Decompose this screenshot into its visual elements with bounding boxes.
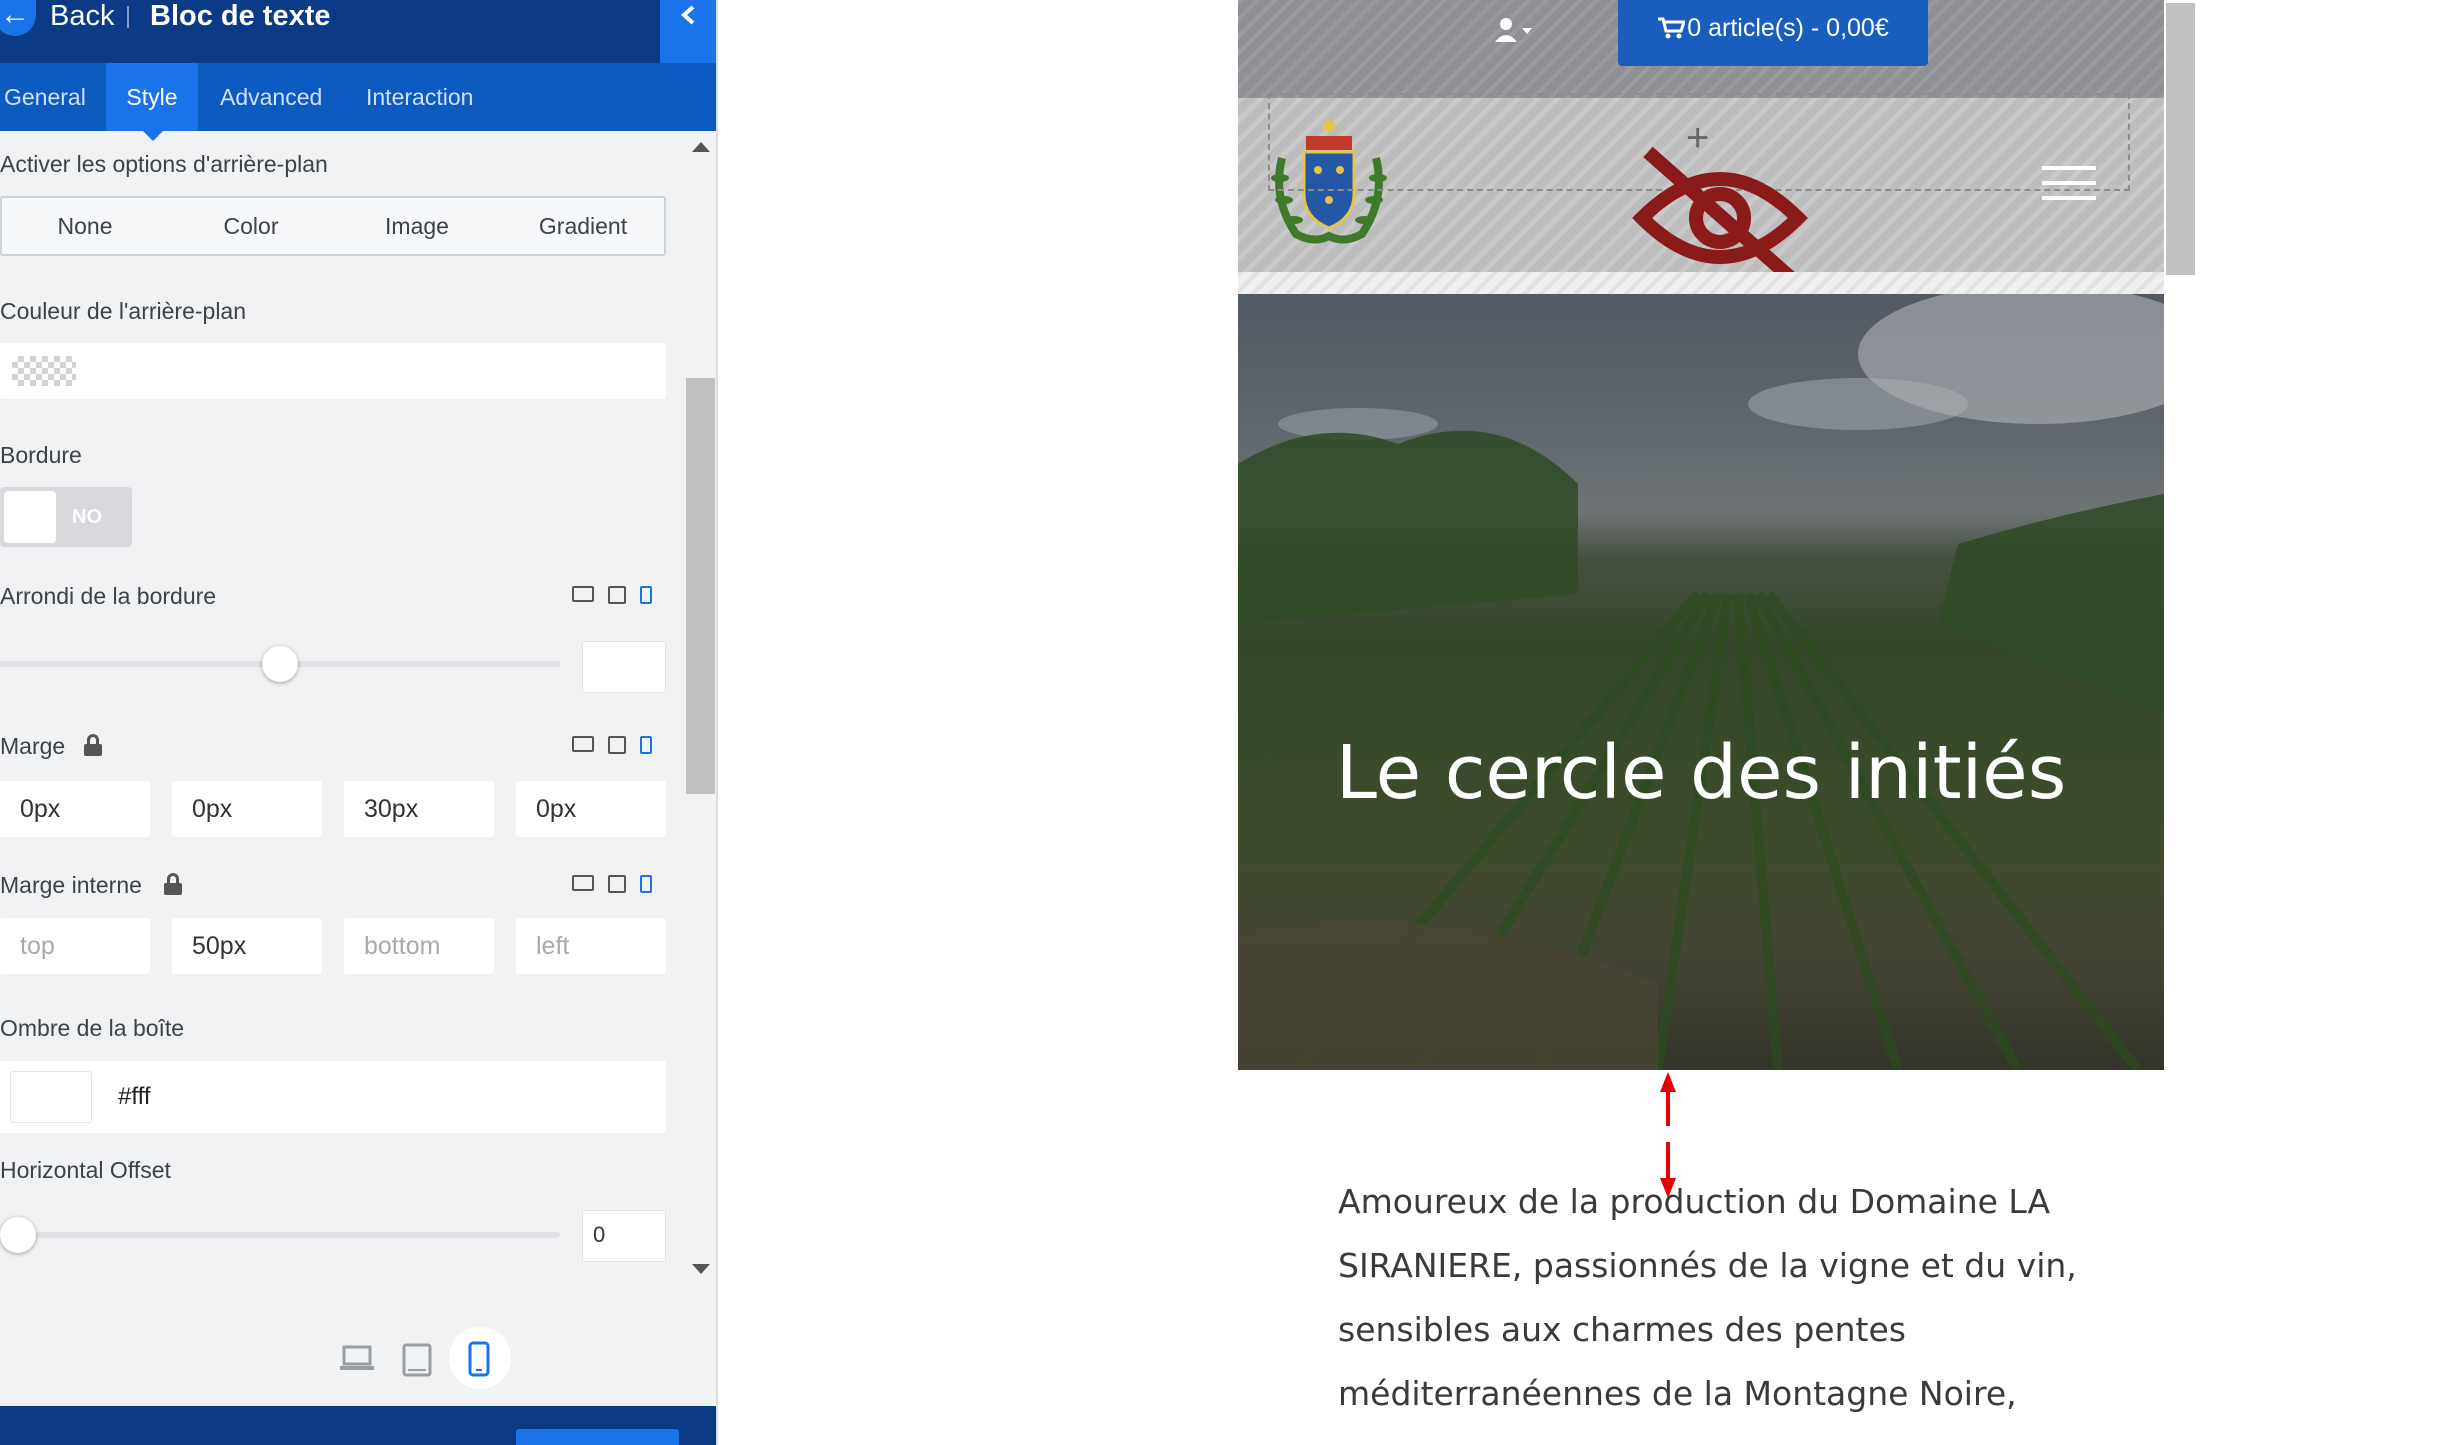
back-button[interactable]: Back: [50, 0, 114, 32]
settings-panel: ← Back Bloc de texte General Style Advan…: [0, 0, 718, 1445]
panel-topbar: ← Back Bloc de texte: [0, 0, 716, 63]
cart-summary: 0 article(s) - 0,00€: [1687, 14, 1889, 42]
back-arrow-icon[interactable]: ←: [0, 0, 36, 36]
mobile-preview: 0 article(s) - 0,00€ + Le cercle des ini…: [1238, 0, 2164, 1445]
hoffset-value-input[interactable]: 0: [582, 1210, 666, 1262]
shadow-color-swatch[interactable]: [10, 1071, 92, 1123]
hoffset-slider-knob[interactable]: [0, 1217, 36, 1253]
panel-title: Bloc de texte: [150, 0, 331, 32]
bg-color-label: Couleur de l'arrière-plan: [0, 298, 247, 324]
margin-right-input[interactable]: 0px: [172, 781, 322, 837]
chevron-left-icon: [680, 5, 695, 25]
topbar-divider: [127, 6, 129, 28]
user-icon[interactable]: [1494, 16, 1534, 46]
collapse-panel-button[interactable]: [660, 0, 716, 63]
radius-device-switch: [572, 586, 652, 608]
desktop-icon[interactable]: [572, 875, 594, 891]
bg-option-image[interactable]: Image: [334, 198, 500, 254]
bg-options-segmented: None Color Image Gradient: [0, 196, 666, 256]
unlock-icon[interactable]: [164, 873, 182, 895]
bg-option-none[interactable]: None: [2, 198, 168, 254]
border-label: Bordure: [0, 442, 82, 468]
unlock-icon[interactable]: [84, 734, 102, 756]
scroll-down-arrow-icon[interactable]: [692, 1264, 710, 1274]
desktop-icon[interactable]: [572, 586, 594, 602]
hero-banner-image: Le cercle des initiés: [1238, 294, 2164, 1070]
shadow-color-value[interactable]: #fff: [118, 1061, 150, 1133]
tablet-icon[interactable]: [608, 736, 626, 754]
margin-bottom-input[interactable]: 30px: [344, 781, 494, 837]
preview-device-switch: [0, 1311, 716, 1406]
desktop-icon[interactable]: [572, 736, 594, 752]
bg-options-label: Activer les options d'arrière-plan: [0, 151, 328, 177]
mobile-icon[interactable]: [640, 586, 652, 604]
tab-interaction[interactable]: Interaction: [362, 63, 477, 131]
text-block[interactable]: Amoureux de la production du Domaine LA …: [1338, 1170, 2078, 1426]
tablet-preview-icon[interactable]: [402, 1343, 432, 1377]
panel-tabs: General Style Advanced Interaction: [0, 63, 716, 131]
preview-topbar: 0 article(s) - 0,00€: [1238, 0, 2164, 98]
header-bottom-strip: [1238, 272, 2164, 294]
toggle-state: NO: [72, 506, 102, 528]
cart-button[interactable]: 0 article(s) - 0,00€: [1618, 0, 1928, 66]
tablet-icon[interactable]: [608, 586, 626, 604]
margin-label: Marge: [0, 733, 66, 759]
tablet-icon[interactable]: [608, 875, 626, 893]
margin-left-input[interactable]: 0px: [516, 781, 666, 837]
border-radius-label: Arrondi de la bordure: [0, 583, 217, 609]
radius-slider-knob[interactable]: [262, 646, 298, 682]
margin-device-switch: [572, 736, 652, 758]
vineyard-image: [1238, 294, 2164, 1070]
padding-top-input[interactable]: top: [0, 918, 150, 974]
bg-color-picker[interactable]: [0, 343, 666, 399]
cart-icon: [1658, 17, 1687, 39]
tab-general[interactable]: General: [0, 63, 90, 131]
mobile-preview-icon[interactable]: [468, 1341, 490, 1377]
padding-left-input[interactable]: left: [516, 918, 666, 974]
panel-scrollbar-thumb[interactable]: [686, 378, 715, 794]
scroll-up-arrow-icon[interactable]: [692, 142, 710, 152]
mobile-icon[interactable]: [640, 875, 652, 893]
transparent-swatch[interactable]: [12, 356, 76, 386]
radius-value-input[interactable]: [582, 641, 666, 693]
horizontal-offset-label: Horizontal Offset: [0, 1157, 171, 1183]
bg-option-gradient[interactable]: Gradient: [500, 198, 666, 254]
hoffset-slider-track[interactable]: [0, 1232, 560, 1238]
desktop-preview-icon[interactable]: [340, 1345, 374, 1371]
style-options: Activer les options d'arrière-plan None …: [0, 131, 716, 1311]
tab-advanced[interactable]: Advanced: [216, 63, 326, 131]
mobile-icon[interactable]: [640, 736, 652, 754]
save-button[interactable]: [516, 1429, 679, 1445]
margin-top-input[interactable]: 0px: [0, 781, 150, 837]
toggle-knob: [4, 491, 56, 543]
padding-right-input[interactable]: 50px: [172, 918, 322, 974]
bg-option-color[interactable]: Color: [168, 198, 334, 254]
padding-bottom-input[interactable]: bottom: [344, 918, 494, 974]
tab-style[interactable]: Style: [106, 63, 198, 131]
padding-device-switch: [572, 875, 652, 897]
hero-title[interactable]: Le cercle des initiés: [1238, 728, 2164, 818]
shadow-color-field[interactable]: #fff: [0, 1061, 666, 1133]
box-shadow-label: Ombre de la boîte: [0, 1015, 185, 1041]
padding-label: Marge interne: [0, 872, 142, 898]
border-toggle[interactable]: NO: [0, 487, 132, 547]
preview-scrollbar-thumb[interactable]: [2166, 3, 2195, 275]
